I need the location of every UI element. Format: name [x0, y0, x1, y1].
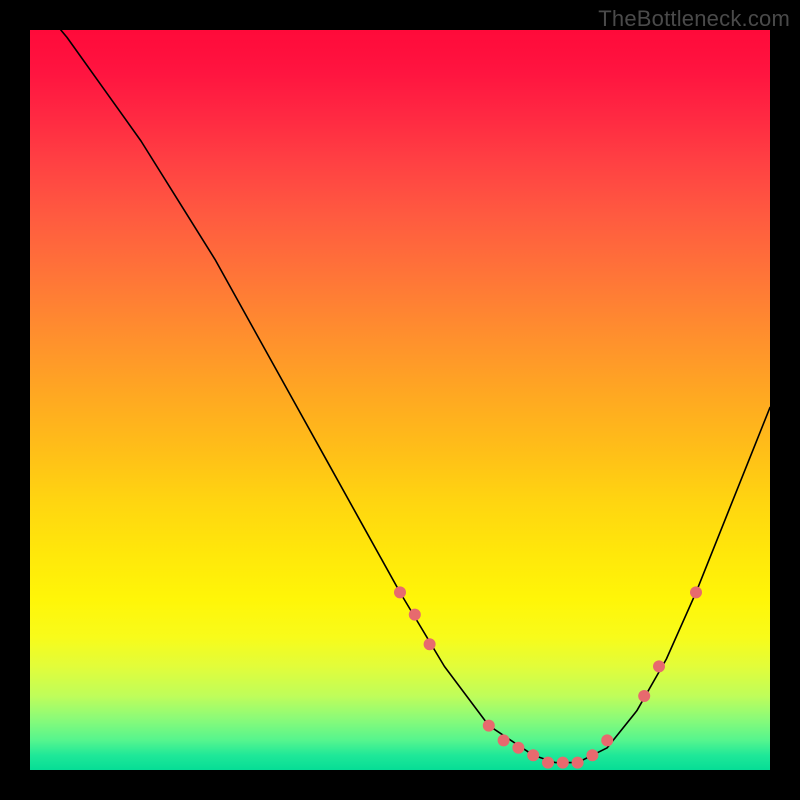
marker-dot: [572, 757, 584, 769]
marker-dot: [409, 609, 421, 621]
marker-dot: [557, 757, 569, 769]
marker-dot: [542, 757, 554, 769]
watermark-label: TheBottleneck.com: [598, 6, 790, 32]
marker-dot: [601, 734, 613, 746]
chart-frame: TheBottleneck.com: [0, 0, 800, 800]
plot-area: [30, 30, 770, 770]
marker-dot: [498, 734, 510, 746]
marker-dot: [512, 742, 524, 754]
marker-dot: [527, 749, 539, 761]
marker-dot: [690, 586, 702, 598]
marker-dot: [638, 690, 650, 702]
chart-overlay: [30, 30, 770, 770]
marker-dot: [653, 660, 665, 672]
marker-dot: [483, 720, 495, 732]
marker-dot: [424, 638, 436, 650]
marker-dot: [586, 749, 598, 761]
marker-dot: [394, 586, 406, 598]
bottleneck-curve: [30, 30, 770, 763]
